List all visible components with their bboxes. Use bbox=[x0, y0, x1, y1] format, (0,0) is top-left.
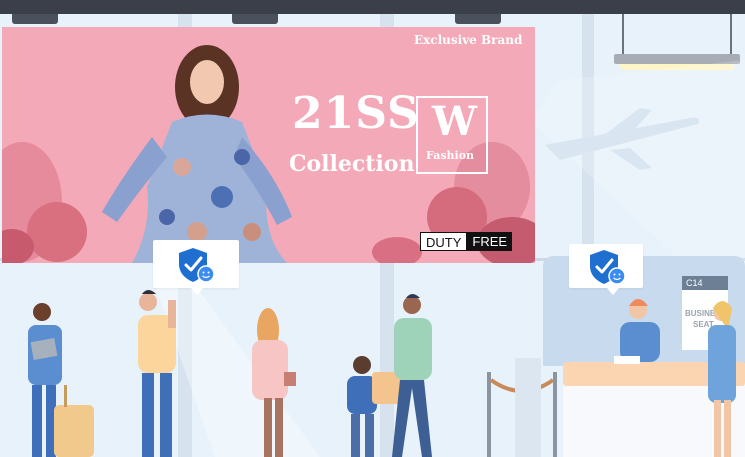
traveler-woman bbox=[252, 308, 296, 457]
airport-scene: C14 BUSINE SEAT Exclusive Brand 21SS Col… bbox=[0, 0, 745, 457]
queue-stanchion bbox=[487, 358, 557, 457]
traveler-man bbox=[392, 294, 432, 457]
traveler-waving bbox=[138, 290, 176, 457]
traveler-with-suitcase bbox=[28, 303, 94, 457]
check-in-agent bbox=[614, 299, 660, 364]
travelers-illustration bbox=[28, 290, 736, 457]
passenger-at-counter bbox=[708, 301, 736, 457]
